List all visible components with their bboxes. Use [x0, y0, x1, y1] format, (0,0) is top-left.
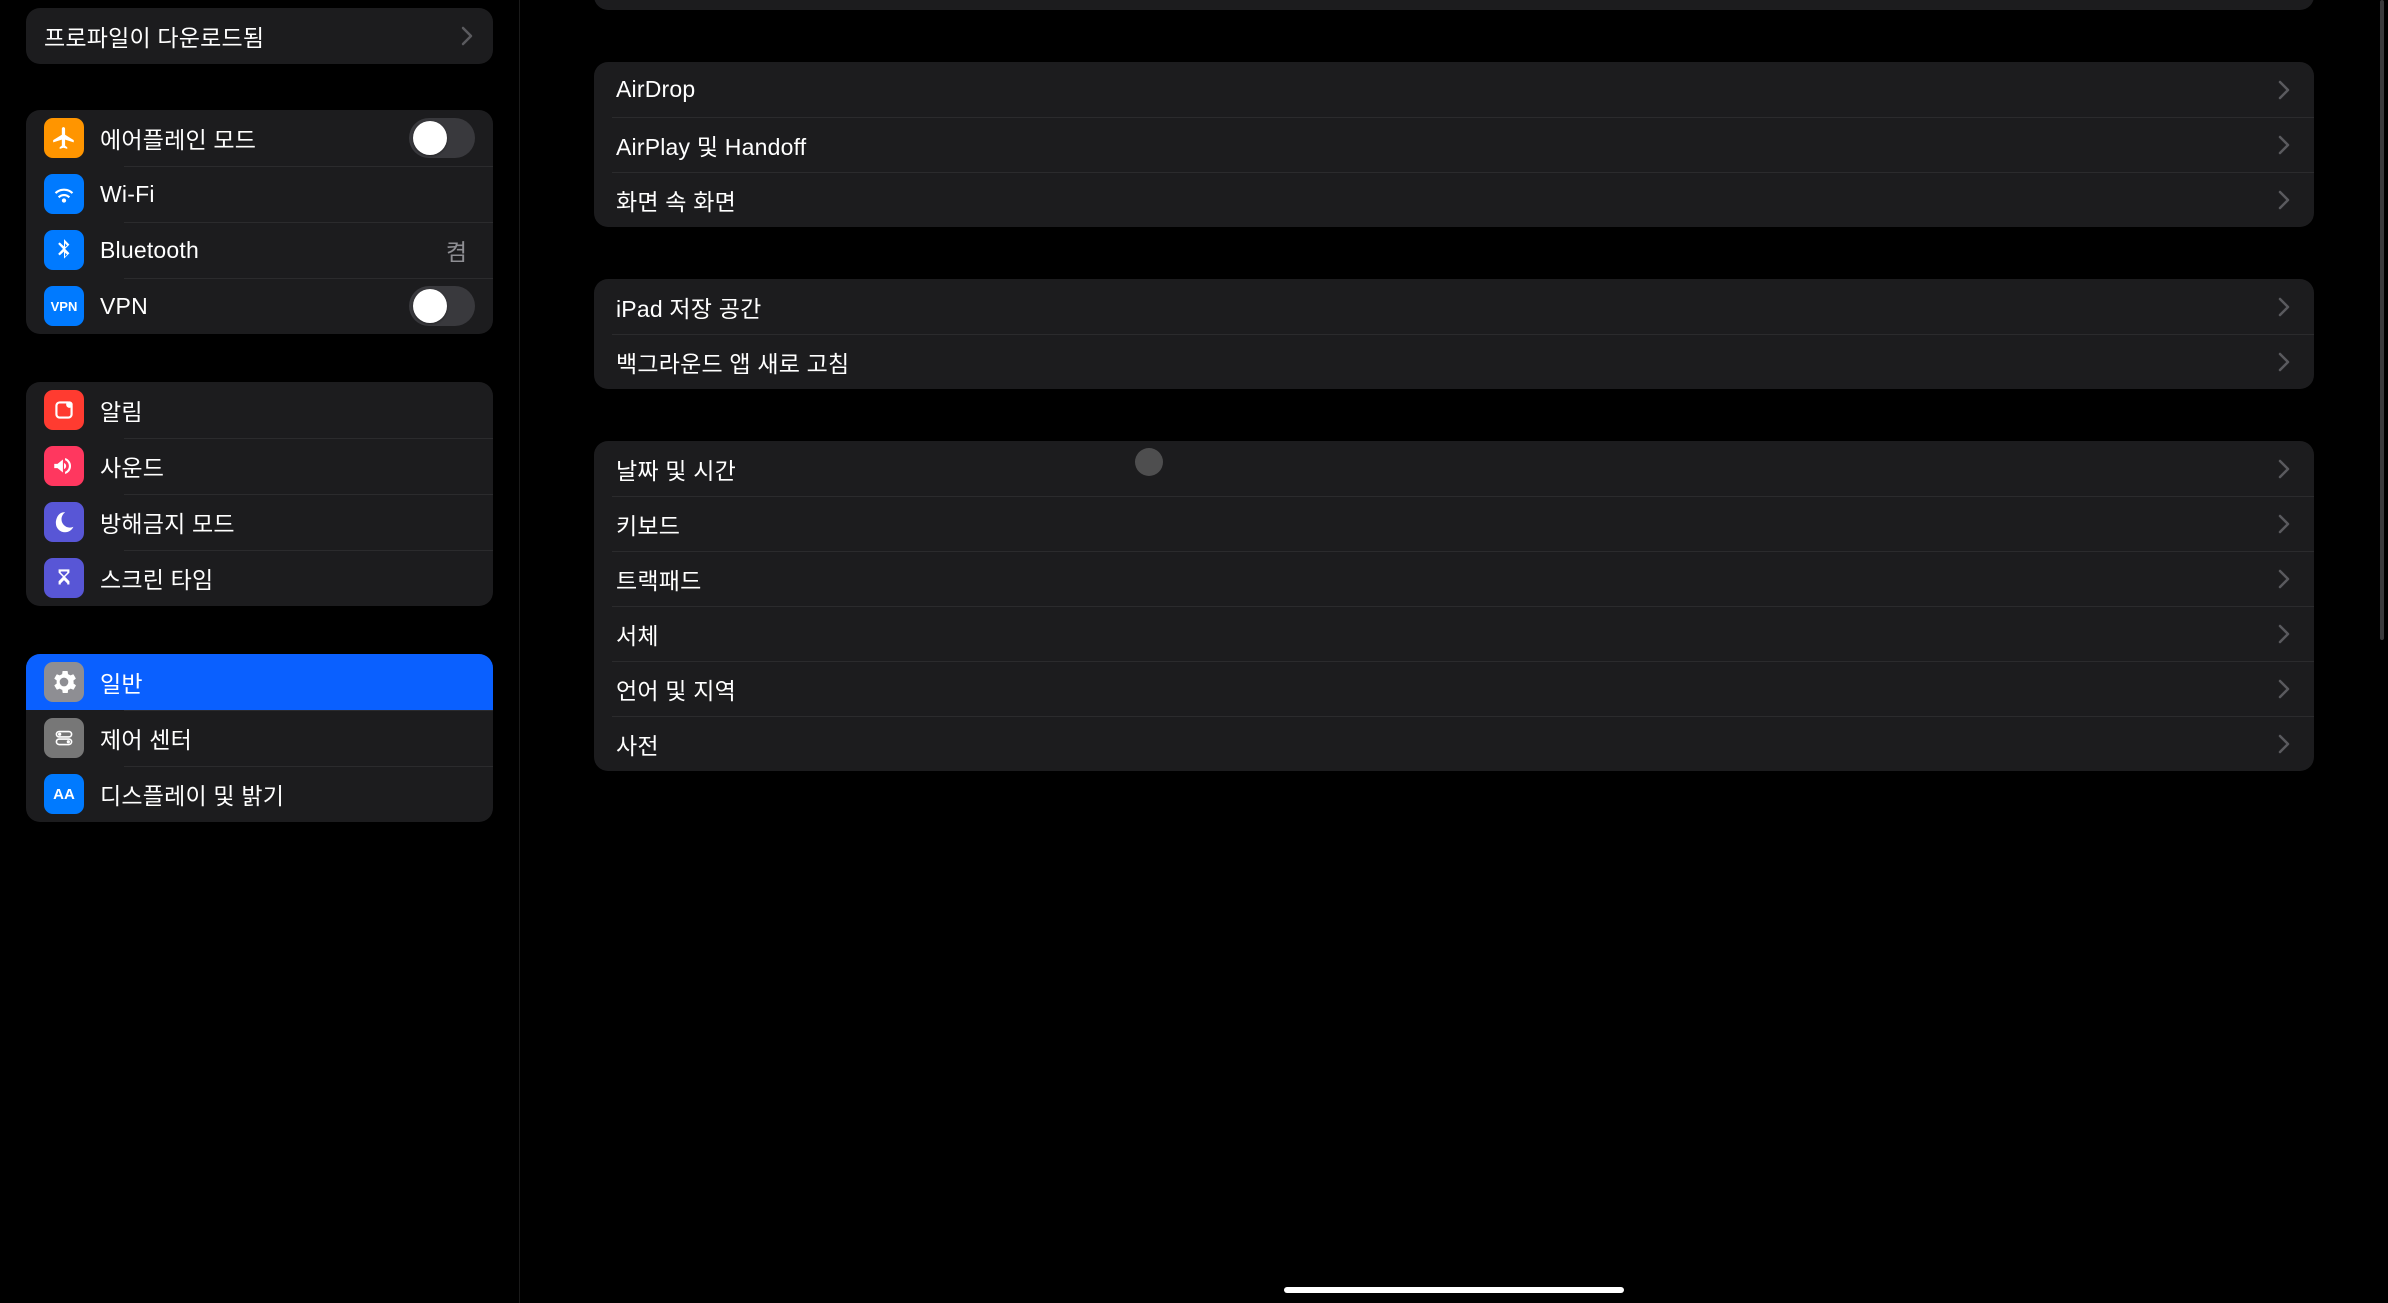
- bluetooth-value: 켬: [446, 233, 467, 267]
- main-item-label: 백그라운드 앱 새로 고침: [616, 345, 2276, 379]
- sidebar-item-label: 방해금지 모드: [100, 505, 475, 539]
- sidebar-item-wifi[interactable]: Wi-Fi: [26, 166, 493, 222]
- home-indicator[interactable]: [1284, 1287, 1624, 1293]
- main-group-top-partial: [594, 0, 2314, 10]
- chevron-right-icon: [2276, 513, 2292, 535]
- sidebar-item-label: Wi-Fi: [100, 181, 467, 208]
- main-item-label: 트랙패드: [616, 562, 2276, 596]
- main-item-label: AirDrop: [616, 76, 2276, 103]
- main-item-fonts[interactable]: 서체: [594, 606, 2314, 661]
- sidebar-item-label: 프로파일이 다운로드됨: [44, 19, 459, 53]
- gear-icon: [44, 662, 84, 702]
- sidebar-item-label: 알림: [100, 393, 475, 427]
- pointer-cursor: [1135, 448, 1163, 476]
- sidebar-item-label: 스크린 타임: [100, 561, 475, 595]
- main-item-trackpad[interactable]: 트랙패드: [594, 551, 2314, 606]
- main-item-dictionary[interactable]: 사전: [594, 716, 2314, 771]
- sidebar-group-network: 에어플레인 모드 Wi-Fi Bluetooth 켬 VPN VPN: [26, 110, 493, 334]
- chevron-right-icon: [2276, 296, 2292, 318]
- main-item-label: iPad 저장 공간: [616, 290, 2276, 324]
- main-content: AirDrop AirPlay 및 Handoff 화면 속 화면 iPad 저…: [594, 0, 2314, 771]
- main-panel: AirDrop AirPlay 및 Handoff 화면 속 화면 iPad 저…: [520, 0, 2388, 1303]
- main-item-partial[interactable]: [594, 0, 2314, 10]
- wifi-icon: [44, 174, 84, 214]
- main-group-storage: iPad 저장 공간 백그라운드 앱 새로 고침: [594, 279, 2314, 389]
- main-item-label: 언어 및 지역: [616, 672, 2276, 706]
- chevron-right-icon: [2276, 351, 2292, 373]
- sidebar-item-label: 일반: [100, 665, 475, 699]
- sidebar-item-display[interactable]: AA 디스플레이 및 밝기: [26, 766, 493, 822]
- chevron-right-icon: [2276, 678, 2292, 700]
- sidebar-item-label: 사운드: [100, 449, 475, 483]
- main-item-label: AirPlay 및 Handoff: [616, 128, 2276, 162]
- sidebar-item-general[interactable]: 일반: [26, 654, 493, 710]
- main-item-label: 서체: [616, 617, 2276, 651]
- hourglass-icon: [44, 558, 84, 598]
- sidebar-group-alerts: 알림 사운드 방해금지 모드 스크린 타임: [26, 382, 493, 606]
- toggle-knob: [413, 121, 447, 155]
- vpn-icon: VPN: [44, 286, 84, 326]
- main-item-language-region[interactable]: 언어 및 지역: [594, 661, 2314, 716]
- vpn-toggle[interactable]: [409, 286, 475, 326]
- main-item-label: 키보드: [616, 507, 2276, 541]
- sidebar-item-label: 디스플레이 및 밝기: [100, 777, 475, 811]
- sidebar-group-system: 일반 제어 센터 AA 디스플레이 및 밝기: [26, 654, 493, 822]
- chevron-right-icon: [2276, 79, 2292, 101]
- main-group-datetime: 날짜 및 시간 키보드 트랙패드 서체 언어 및 지역: [594, 441, 2314, 771]
- sidebar-item-profile-downloaded[interactable]: 프로파일이 다운로드됨: [26, 8, 493, 64]
- main-item-label: 날짜 및 시간: [616, 452, 2276, 486]
- sidebar-item-notifications[interactable]: 알림: [26, 382, 493, 438]
- chevron-right-icon: [2276, 189, 2292, 211]
- sidebar-item-label: VPN: [100, 293, 409, 320]
- sidebar-item-label: 에어플레인 모드: [100, 121, 409, 155]
- sidebar-item-control-center[interactable]: 제어 센터: [26, 710, 493, 766]
- airplane-toggle[interactable]: [409, 118, 475, 158]
- sidebar-group-profile: 프로파일이 다운로드됨: [26, 8, 493, 64]
- chevron-right-icon: [2276, 134, 2292, 156]
- sidebar-item-screentime[interactable]: 스크린 타임: [26, 550, 493, 606]
- main-item-picture-in-picture[interactable]: 화면 속 화면: [594, 172, 2314, 227]
- moon-icon: [44, 502, 84, 542]
- chevron-right-icon: [2276, 623, 2292, 645]
- main-group-airdrop: AirDrop AirPlay 및 Handoff 화면 속 화면: [594, 62, 2314, 227]
- chevron-right-icon: [2276, 733, 2292, 755]
- main-item-ipad-storage[interactable]: iPad 저장 공간: [594, 279, 2314, 334]
- bluetooth-icon: [44, 230, 84, 270]
- sidebar-item-label: Bluetooth: [100, 237, 446, 264]
- sidebar-item-dnd[interactable]: 방해금지 모드: [26, 494, 493, 550]
- airplane-icon: [44, 118, 84, 158]
- chevron-right-icon: [2276, 568, 2292, 590]
- main-item-keyboard[interactable]: 키보드: [594, 496, 2314, 551]
- sidebar: 프로파일이 다운로드됨 에어플레인 모드 Wi-Fi Bluetooth 켬: [0, 0, 520, 1303]
- main-item-background-app-refresh[interactable]: 백그라운드 앱 새로 고침: [594, 334, 2314, 389]
- main-item-airplay-handoff[interactable]: AirPlay 및 Handoff: [594, 117, 2314, 172]
- display-icon: AA: [44, 774, 84, 814]
- toggle-knob: [413, 289, 447, 323]
- notifications-icon: [44, 390, 84, 430]
- sidebar-item-label: 제어 센터: [100, 721, 475, 755]
- main-item-label: 화면 속 화면: [616, 183, 2276, 217]
- chevron-right-icon: [2276, 458, 2292, 480]
- sidebar-item-airplane-mode[interactable]: 에어플레인 모드: [26, 110, 493, 166]
- scrollbar-vertical[interactable]: [2380, 0, 2384, 640]
- control-center-icon: [44, 718, 84, 758]
- sounds-icon: [44, 446, 84, 486]
- sidebar-item-vpn[interactable]: VPN VPN: [26, 278, 493, 334]
- main-item-date-time[interactable]: 날짜 및 시간: [594, 441, 2314, 496]
- main-item-airdrop[interactable]: AirDrop: [594, 62, 2314, 117]
- chevron-right-icon: [459, 25, 475, 47]
- main-item-label: 사전: [616, 727, 2276, 761]
- settings-app: 프로파일이 다운로드됨 에어플레인 모드 Wi-Fi Bluetooth 켬: [0, 0, 2388, 1303]
- sidebar-item-sounds[interactable]: 사운드: [26, 438, 493, 494]
- sidebar-item-bluetooth[interactable]: Bluetooth 켬: [26, 222, 493, 278]
